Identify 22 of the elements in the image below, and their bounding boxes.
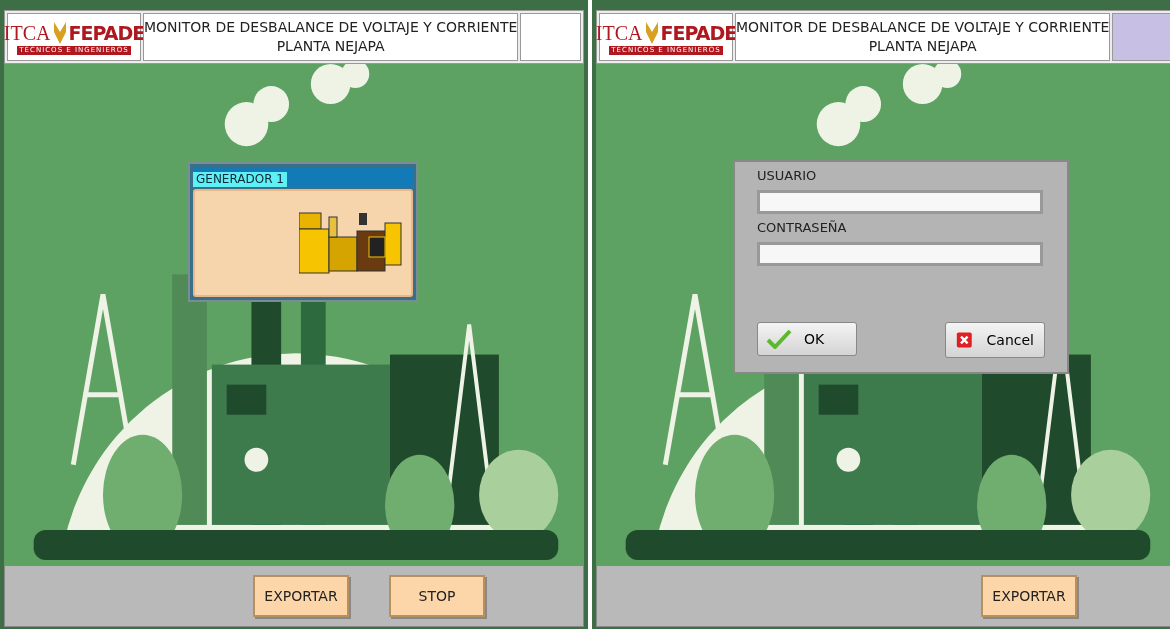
- cancel-button[interactable]: Cancel: [945, 322, 1045, 358]
- field-label: USUARIO: [757, 168, 818, 184]
- app-title: MONITOR DE DESBALANCE DE VOLTAJE Y CORRIENTE: [144, 18, 518, 37]
- ok-button[interactable]: OK: [757, 322, 857, 356]
- app-subtitle: PLANTA NEJAPA: [276, 37, 385, 56]
- generator-icon: [299, 211, 403, 275]
- logo-text: FEPADE: [68, 21, 145, 44]
- action-button[interactable]: EXPORTAR: [981, 575, 1077, 617]
- logo-text: ITCA: [3, 21, 51, 44]
- close-icon: [956, 330, 973, 350]
- app-subtitle: PLANTA NEJAPA: [868, 37, 977, 56]
- generator-tile[interactable]: [193, 189, 413, 297]
- input-field[interactable]: [757, 190, 1043, 214]
- input-field[interactable]: [757, 242, 1043, 266]
- action-button[interactable]: EXPORTAR: [253, 575, 349, 617]
- field-label: CONTRASEÑA: [757, 220, 848, 236]
- action-button[interactable]: STOP: [389, 575, 485, 617]
- logo-text: FEPADE: [660, 21, 737, 44]
- checkmark-icon: [766, 329, 792, 349]
- logo-text: ITCA: [595, 21, 643, 44]
- app-title: MONITOR DE DESBALANCE DE VOLTAJE Y CORRIENTE: [736, 18, 1110, 37]
- generator-title: GENERADOR 1: [193, 172, 287, 187]
